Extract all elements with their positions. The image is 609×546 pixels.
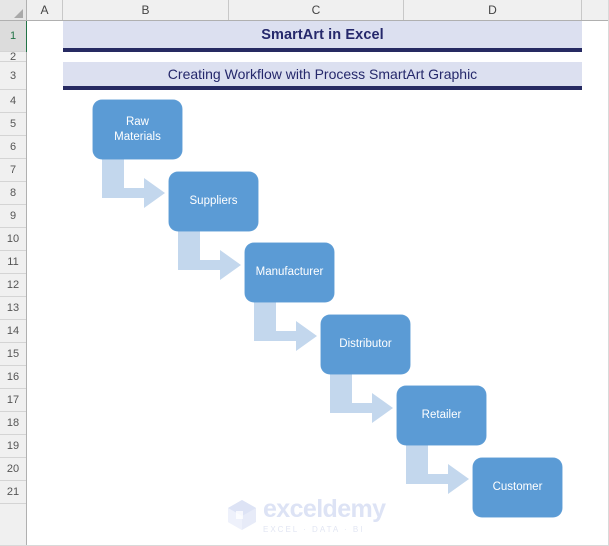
smartart-node-label: Manufacturer	[255, 266, 324, 279]
column-header-c[interactable]: C	[229, 0, 404, 20]
process-arrow-3-icon	[254, 302, 317, 351]
smartart-node-manufacturer[interactable]: Manufacturer	[245, 243, 334, 302]
row-header-4[interactable]: 4	[0, 90, 26, 113]
row-header-7[interactable]: 7	[0, 159, 26, 182]
process-arrow-4-icon	[330, 374, 393, 423]
select-all-corner[interactable]	[0, 0, 27, 20]
process-arrow-2-icon	[178, 231, 241, 280]
row-header-2[interactable]: 2	[0, 52, 26, 63]
row-header-8[interactable]: 8	[0, 182, 26, 205]
row-header-19[interactable]: 19	[0, 435, 26, 458]
smartart-node-suppliers[interactable]: Suppliers	[169, 172, 258, 231]
column-header-d[interactable]: D	[404, 0, 582, 20]
smartart-node-label: Customer	[492, 481, 543, 494]
row-header-14[interactable]: 14	[0, 320, 26, 343]
process-arrow-1-icon	[102, 159, 165, 208]
sheet-canvas: SmartArt in Excel Creating Workflow with…	[27, 21, 609, 546]
row-header-9[interactable]: 9	[0, 205, 26, 228]
smartart-node-raw-materials[interactable]: Raw Materials	[93, 100, 182, 159]
smartart-node-customer[interactable]: Customer	[473, 458, 562, 517]
row-header-11[interactable]: 11	[0, 251, 26, 274]
smartart-node-label: Raw Materials	[114, 116, 161, 143]
row-header-15[interactable]: 15	[0, 343, 26, 366]
row-header-16[interactable]: 16	[0, 366, 26, 389]
column-header-a[interactable]: A	[27, 0, 63, 20]
row-header-3[interactable]: 3	[0, 62, 26, 90]
row-header-12[interactable]: 12	[0, 274, 26, 297]
smartart-process-graphic[interactable]: Raw Materials Suppliers Manufacturer Dis…	[27, 21, 609, 546]
select-all-icon	[14, 9, 23, 18]
smartart-node-label: Distributor	[339, 338, 392, 351]
row-header-6[interactable]: 6	[0, 136, 26, 159]
smartart-node-label: Suppliers	[189, 195, 238, 208]
column-header-strip: A B C D	[0, 0, 609, 21]
row-header-strip: 1 2 3 4 5 6 7 8 9 10 11 12 13 14 15 16 1…	[0, 21, 28, 546]
row-header-21[interactable]: 21	[0, 481, 26, 504]
row-header-10[interactable]: 10	[0, 228, 26, 251]
row-header-20[interactable]: 20	[0, 458, 26, 481]
excel-worksheet: A B C D 1 2 3 4 5 6 7 8 9 10 11 12 13 14…	[0, 0, 609, 546]
row-header-18[interactable]: 18	[0, 412, 26, 435]
row-header-17[interactable]: 17	[0, 389, 26, 412]
smartart-node-retailer[interactable]: Retailer	[397, 386, 486, 445]
column-header-b[interactable]: B	[63, 0, 229, 20]
smartart-node-distributor[interactable]: Distributor	[321, 315, 410, 374]
process-arrow-5-icon	[406, 445, 469, 494]
row-header-13[interactable]: 13	[0, 297, 26, 320]
smartart-node-label: Retailer	[421, 409, 462, 422]
row-header-1[interactable]: 1	[0, 21, 26, 52]
row-header-5[interactable]: 5	[0, 113, 26, 136]
